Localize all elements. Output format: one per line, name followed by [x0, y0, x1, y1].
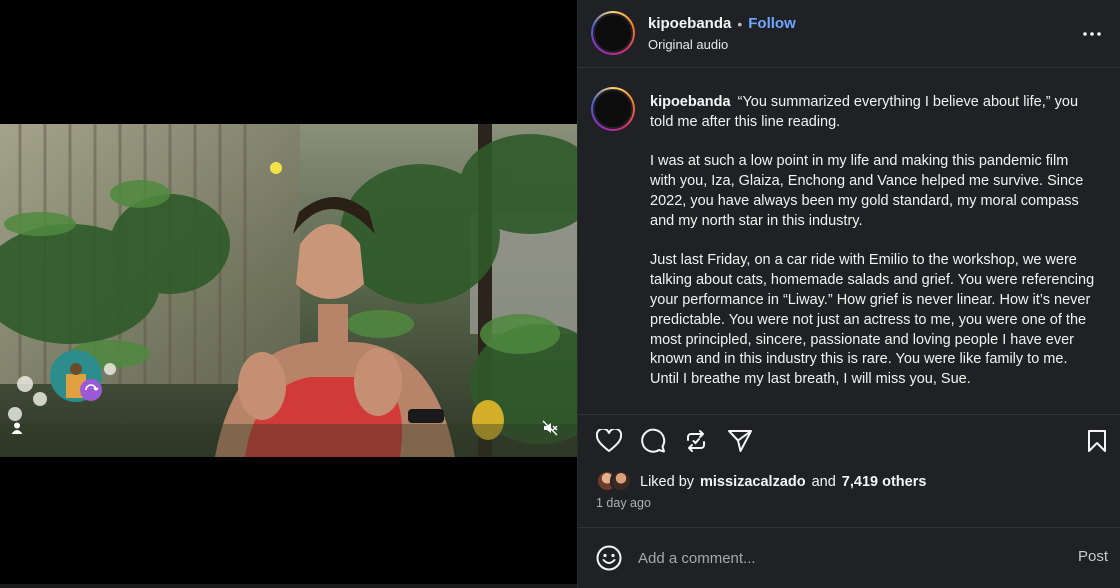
- likes-prefix: Liked by: [640, 474, 695, 490]
- caption-paragraph: I was at such a low point in my life and…: [650, 153, 1084, 229]
- likes-summary: Liked by missizacalzado and 7,419 others: [596, 470, 926, 494]
- caption-area: kipoebanda “You summarized everything I …: [578, 69, 1120, 414]
- caption-paragraph: Just last Friday, on a car ride with Emi…: [650, 252, 1095, 388]
- likes-connector: and: [811, 474, 836, 490]
- post-comment-button[interactable]: Post: [1078, 548, 1108, 565]
- separator-dot: •: [737, 15, 743, 32]
- likes-others-link[interactable]: 7,419 others: [842, 474, 927, 490]
- author-row: kipoebanda • Follow: [648, 15, 796, 32]
- video-player[interactable]: [0, 124, 577, 457]
- send-icon[interactable]: [726, 427, 754, 455]
- author-username[interactable]: kipoebanda: [648, 15, 731, 32]
- video-frame: [0, 124, 577, 457]
- repost-icon[interactable]: [682, 427, 710, 455]
- muted-speaker-icon[interactable]: [537, 415, 563, 441]
- caption-paragraph: kipoebanda “You summarized everything I …: [650, 93, 1098, 133]
- user-tag-icon[interactable]: [4, 415, 30, 441]
- post-header: kipoebanda • Follow Original audio: [578, 0, 1120, 68]
- post-timestamp[interactable]: 1 day ago: [596, 496, 651, 510]
- caption-text: kipoebanda “You summarized everything I …: [650, 93, 1098, 410]
- author-avatar[interactable]: [591, 11, 635, 55]
- comment-input[interactable]: [638, 546, 1038, 570]
- caption-author-avatar[interactable]: [591, 87, 635, 131]
- caption-username[interactable]: kipoebanda: [650, 94, 731, 110]
- post-media: [0, 0, 577, 588]
- post-panel: kipoebanda • Follow Original audio kipoe…: [577, 0, 1120, 588]
- bookmark-icon[interactable]: [1083, 427, 1111, 455]
- action-bar: [578, 414, 1120, 466]
- emoji-icon[interactable]: [595, 544, 623, 572]
- media-bottom-strip: [0, 584, 577, 588]
- follow-button[interactable]: Follow: [748, 15, 796, 32]
- more-horizontal-icon[interactable]: [1080, 22, 1104, 46]
- liker-username[interactable]: missizacalzado: [700, 474, 806, 490]
- comment-icon[interactable]: [639, 427, 667, 455]
- avatar: [610, 470, 632, 492]
- liker-avatars[interactable]: [596, 470, 634, 494]
- comment-bar: Post: [578, 527, 1120, 588]
- heart-icon[interactable]: [595, 427, 623, 455]
- audio-link[interactable]: Original audio: [648, 37, 728, 52]
